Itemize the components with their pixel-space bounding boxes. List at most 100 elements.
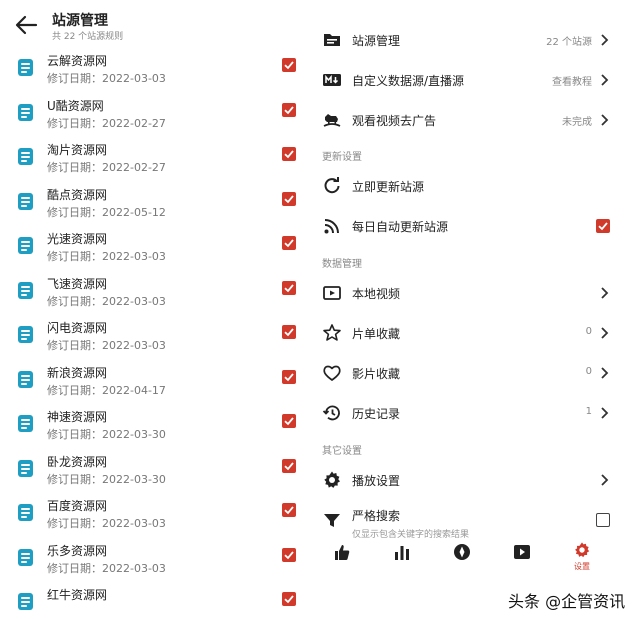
source-revision-date: 修订日期：2022-03-03 (47, 294, 166, 308)
source-list-panel: 站源管理 共 22 个站源规则 云解资源网 修订日期：2022-03-03 U酷资源… (0, 0, 310, 619)
settings-item-custom-source[interactable]: 自定义数据源/直播源 查看教程 (310, 60, 610, 100)
source-enabled-checkbox[interactable] (282, 503, 296, 517)
settings-item-history[interactable]: 历史记录 1 (310, 393, 610, 433)
document-icon (18, 415, 33, 432)
settings-item-local-video[interactable]: 本地视频 (310, 273, 610, 313)
settings-item-label: 本地视频 (352, 287, 401, 301)
nav-item-discover[interactable] (442, 543, 482, 573)
strict-search-checkbox[interactable] (596, 513, 610, 527)
auto-update-checkbox[interactable] (596, 219, 610, 233)
thumb-icon (335, 545, 350, 560)
source-enabled-checkbox[interactable] (282, 592, 296, 606)
source-row[interactable]: 闪电资源网修订日期：2022-03-03 (8, 313, 304, 357)
source-enabled-checkbox[interactable] (282, 547, 296, 562)
source-revision-date: 修订日期：2022-03-03 (47, 517, 166, 530)
source-enabled-checkbox[interactable] (282, 58, 296, 72)
source-name: 闪电资源网 (47, 321, 108, 335)
settings-item-ad-free[interactable]: 观看视频去广告 未完成 (310, 100, 610, 140)
source-name: 红牛资源网 (47, 588, 108, 602)
nav-item-rank[interactable] (382, 543, 422, 573)
source-revision-date: 修订日期：2022-03-30 (47, 428, 166, 441)
settings-item-value: 1 (585, 406, 592, 417)
source-enabled-checkbox[interactable] (282, 147, 296, 161)
gear-icon (324, 471, 340, 488)
settings-item-value: 0 (585, 366, 592, 377)
source-enabled-checkbox[interactable] (282, 280, 296, 295)
source-name: 神速资源网 (47, 410, 108, 424)
settings-item-update-now[interactable]: 立即更新站源 (310, 166, 610, 206)
source-revision-date: 修订日期：2022-05-12 (47, 205, 166, 219)
source-enabled-checkbox[interactable] (282, 102, 296, 117)
chevron-right-icon (601, 474, 609, 486)
settings-item-movie-fav[interactable]: 影片收藏 0 (310, 353, 610, 393)
source-row[interactable]: 乐多资源网 修订日期：2022-03-03 (8, 536, 304, 580)
source-row[interactable]: 神速资源网修订日期：2022-03-30 (8, 402, 304, 446)
settings-item-label: 站源管理 (352, 34, 401, 48)
settings-item-label: 自定义数据源/直播源 (352, 74, 465, 88)
source-name: 淘片资源网 (47, 143, 108, 157)
source-name: 飞速资源网 (47, 276, 108, 291)
source-row[interactable]: 新浪资源网 修订日期：2022-04-17 (8, 358, 304, 402)
source-row[interactable]: 酷点资源网修订日期：2022-05-12 (8, 180, 304, 224)
compass-icon (454, 544, 470, 560)
source-revision-date: 修订日期：2022-02-27 (47, 161, 166, 174)
source-enabled-checkbox[interactable] (282, 325, 296, 339)
chevron-right-icon (601, 407, 609, 419)
history-icon (322, 405, 340, 421)
settings-item-auto-update[interactable]: 每日自动更新站源 (310, 206, 610, 246)
document-icon (18, 548, 33, 566)
source-enabled-checkbox[interactable] (282, 414, 296, 428)
nav-item-home[interactable] (322, 543, 362, 573)
source-row[interactable]: U酷资源网修订日期：2022-02-27 (8, 91, 304, 135)
chevron-right-icon (601, 34, 609, 46)
source-row[interactable]: 百度资源网 修订日期：2022-03-03 (8, 491, 304, 535)
nav-item-settings[interactable]: 设置 (562, 542, 602, 573)
chevron-right-icon (601, 74, 609, 86)
chevron-right-icon (601, 327, 609, 339)
settings-item-label: 观看视频去广告 (352, 114, 437, 128)
source-enabled-checkbox[interactable] (282, 458, 296, 473)
settings-item-label: 立即更新站源 (352, 180, 425, 194)
arrow-left-icon[interactable] (14, 14, 38, 36)
source-row[interactable]: 淘片资源网修订日期：2022-02-27 (8, 135, 304, 179)
settings-item-value: 未完成 (562, 117, 592, 128)
source-name: 光速资源网 (47, 232, 108, 246)
settings-item-label: 历史记录 (352, 407, 401, 421)
filter-icon (324, 514, 340, 527)
source-revision-date: 修订日期：2022-03-03 (47, 72, 166, 85)
source-revision-date: 修订日期：2022-03-03 (47, 339, 166, 352)
top-app-bar: 站源管理 共 22 个站源规则 (0, 0, 310, 48)
nav-item-video[interactable] (502, 543, 542, 573)
source-row[interactable]: 光速资源网 修订日期：2022-03-03 (8, 224, 304, 268)
source-name: 云解资源网 (47, 54, 108, 68)
settings-item-value: 22 个站源 (546, 37, 592, 48)
document-icon (18, 370, 33, 388)
page-subtitle: 共 22 个站源规则 (52, 32, 124, 42)
source-enabled-checkbox[interactable] (282, 236, 296, 250)
source-name: 新浪资源网 (47, 365, 108, 380)
source-row[interactable]: 卧龙资源网 修订日期：2022-03-30 (8, 447, 304, 491)
gear-icon (575, 542, 590, 558)
document-icon (18, 504, 33, 521)
folder-icon (324, 34, 340, 46)
chevron-right-icon (601, 287, 609, 299)
source-revision-date: 修订日期：2022-02-27 (47, 116, 166, 130)
settings-item-playlist-fav[interactable]: 片单收藏 0 (310, 313, 610, 353)
source-name: U酷资源网 (47, 98, 104, 113)
heart-icon (323, 365, 341, 381)
source-name: 酷点资源网 (47, 187, 108, 202)
source-row[interactable]: 飞速资源网修订日期：2022-03-03 (8, 269, 304, 313)
settings-item-play-settings[interactable]: 播放设置 (310, 460, 610, 500)
document-icon (18, 593, 33, 610)
source-row[interactable]: 云解资源网修订日期：2022-03-03 (8, 46, 304, 90)
source-enabled-checkbox[interactable] (282, 191, 296, 206)
watermark: 头条 @企管资讯 (508, 592, 626, 611)
source-revision-date: 修订日期：2022-03-30 (47, 472, 166, 486)
section-header-other: 其它设置 (322, 446, 362, 457)
bar-chart-icon (395, 546, 409, 560)
source-enabled-checkbox[interactable] (282, 369, 296, 384)
source-row[interactable]: 红牛资源网 (8, 580, 304, 619)
settings-item-source-manage[interactable]: 站源管理 22 个站源 (310, 20, 610, 60)
settings-item-strict-search[interactable]: 严格搜索 仅显示包含关键字的搜索结果 (310, 500, 610, 540)
section-header-data: 数据管理 (322, 259, 362, 270)
